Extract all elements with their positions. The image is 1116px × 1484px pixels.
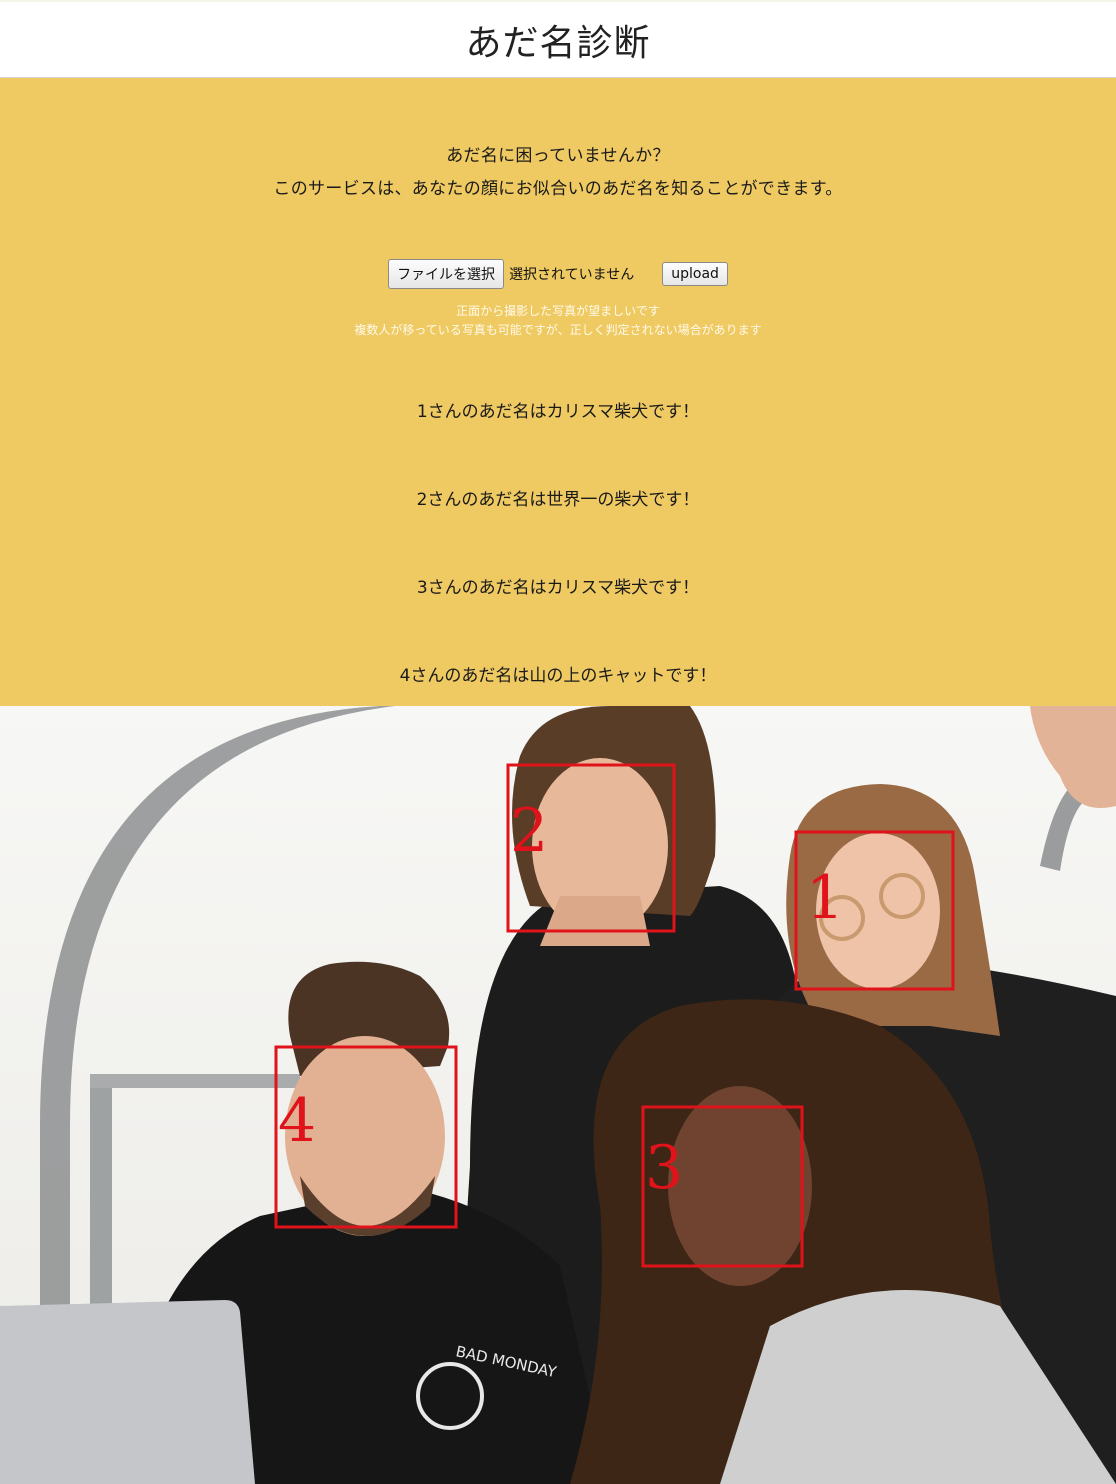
face-label-4: 4 <box>278 1086 316 1156</box>
person-edge <box>1030 706 1116 808</box>
site-header: あだ名診断 <box>0 2 1116 78</box>
face-label-3: 3 <box>645 1133 683 1203</box>
result-item-1: 1さんのあだ名はカリスマ柴犬です！ <box>416 402 700 422</box>
result-item-2: 2さんのあだ名は世界一の柴犬です！ <box>416 490 700 510</box>
hint-line-2: 複数人が移っている写真も可能ですが、正しく判定されない場合があります <box>354 323 762 337</box>
face-label-1: 1 <box>806 863 844 933</box>
intro-line-2: このサービスは、あなたの顔にお似合いのあだ名を知ることができます。 <box>273 179 843 199</box>
result-item-3: 3さんのあだ名はカリスマ柴犬です！ <box>416 578 700 598</box>
face-label-2: 2 <box>510 796 548 866</box>
group-photo: BAD MONDAY 1 2 3 4 <box>0 706 1116 1484</box>
upload-hints: 正面から撮影した写真が望ましいです 複数人が移っている写真も可能ですが、正しく判… <box>0 302 1116 340</box>
hint-line-1: 正面から撮影した写真が望ましいです <box>456 304 660 318</box>
result-photo: BAD MONDAY 1 2 3 4 <box>0 706 1116 1484</box>
intro-text: あだ名に困っていませんか？ このサービスは、あなたの顔にお似合いのあだ名を知るこ… <box>0 140 1116 206</box>
page-title: あだ名診断 <box>465 22 651 64</box>
laptop <box>0 1300 255 1484</box>
person-3-face <box>668 1086 812 1286</box>
upload-form: ファイルを選択 選択されていません upload <box>0 259 1116 289</box>
choose-file-button[interactable]: ファイルを選択 <box>388 259 505 289</box>
results-list: 1さんのあだ名はカリスマ柴犬です！ 2さんのあだ名は世界一の柴犬です！ 3さんの… <box>0 396 1116 748</box>
window-frame-cross <box>90 1074 300 1088</box>
upload-button[interactable]: upload <box>662 262 728 286</box>
intro-line-1: あだ名に困っていませんか？ <box>446 146 670 166</box>
main-panel: あだ名に困っていませんか？ このサービスは、あなたの顔にお似合いのあだ名を知るこ… <box>0 78 1116 706</box>
file-status-text: 選択されていません <box>509 267 635 283</box>
